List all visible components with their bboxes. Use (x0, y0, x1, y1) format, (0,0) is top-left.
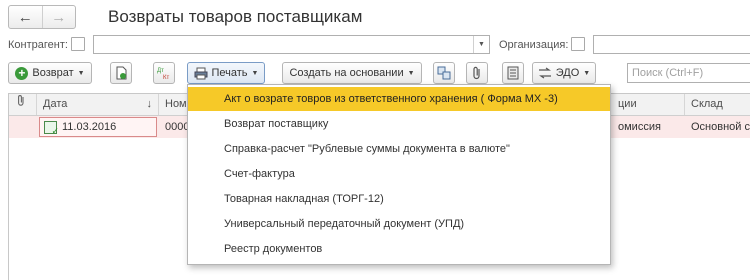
chevron-down-icon: ▼ (407, 69, 415, 77)
forward-button[interactable]: → (41, 6, 76, 28)
menu-item-upd[interactable]: Универсальный передаточный документ (УПД… (188, 212, 610, 236)
copy-document-button[interactable] (110, 62, 132, 84)
paperclip-icon (473, 66, 480, 80)
print-dropdown-menu: Акт о возрате товров из ответственного х… (187, 84, 611, 265)
menu-item-mx3-act[interactable]: Акт о возрате товров из ответственного х… (188, 87, 610, 111)
column-header-date[interactable]: Дата ↓ (37, 94, 159, 115)
search-input[interactable]: Поиск (Ctrl+F) (627, 63, 750, 83)
document-add-icon (116, 66, 126, 80)
print-button[interactable]: Печать ▼ (187, 62, 265, 84)
back-button[interactable]: ← (9, 6, 42, 28)
menu-item-torg12[interactable]: Товарная накладная (ТОРГ-12) (188, 187, 610, 211)
paperclip-icon (18, 95, 24, 106)
print-button-label: Печать (211, 67, 248, 79)
debit-credit-button[interactable]: Дт Кт (153, 62, 175, 84)
row-warehouse: Основной с (691, 121, 750, 133)
report-button[interactable] (502, 62, 524, 84)
organization-checkbox[interactable] (571, 37, 585, 51)
row-operation: омиссия (618, 121, 661, 133)
chevron-down-icon: ▼ (251, 69, 259, 77)
sort-arrow-icon: ↓ (146, 98, 153, 110)
structure-icon (437, 66, 451, 80)
column-header-warehouse[interactable]: Склад (685, 94, 750, 115)
chevron-down-icon: ▼ (583, 69, 591, 77)
exchange-icon (538, 67, 551, 79)
create-based-on-label: Создать на основании (289, 67, 404, 79)
page-title: Возвраты товаров поставщикам (108, 7, 363, 26)
menu-item-return-to-supplier[interactable]: Возврат поставщику (188, 112, 610, 136)
chevron-down-icon[interactable]: ▼ (473, 36, 489, 53)
attachment-column-header[interactable] (9, 94, 37, 115)
navigation-buttons: ← → (8, 5, 76, 29)
organization-label: Организация: (499, 39, 569, 51)
return-button[interactable]: + Возврат ▼ (8, 62, 92, 84)
menu-item-invoice[interactable]: Счет-фактура (188, 162, 610, 186)
create-based-on-button[interactable]: Создать на основании ▼ (282, 62, 422, 84)
chevron-down-icon: ▼ (77, 69, 85, 77)
posted-document-icon (44, 120, 59, 137)
add-icon: + (15, 66, 29, 80)
return-button-label: Возврат (32, 67, 74, 79)
report-icon (507, 66, 519, 80)
counterparty-checkbox[interactable] (71, 37, 85, 51)
menu-item-documents-register[interactable]: Реестр документов (188, 237, 610, 261)
svg-text:Дт: Дт (157, 68, 164, 74)
date-cell[interactable]: 11.03.2016 (39, 117, 157, 137)
row-date: 11.03.2016 (62, 121, 117, 133)
svg-text:Кт: Кт (163, 75, 169, 80)
column-header-operation[interactable]: ции (612, 94, 685, 115)
counterparty-field[interactable]: ▼ (93, 35, 490, 54)
column-label-date: Дата (43, 98, 68, 110)
menu-item-currency-statement[interactable]: Справка-расчет "Рублевые суммы документа… (188, 137, 610, 161)
edo-button[interactable]: ЭДО ▼ (532, 62, 596, 84)
edo-button-label: ЭДО (555, 67, 580, 79)
attach-button[interactable] (466, 62, 488, 84)
counterparty-label: Контрагент: (8, 39, 68, 51)
organization-field[interactable] (593, 35, 750, 54)
structure-button[interactable] (433, 62, 455, 84)
printer-icon (194, 67, 207, 79)
debit-credit-icon: Дт Кт (157, 68, 169, 80)
